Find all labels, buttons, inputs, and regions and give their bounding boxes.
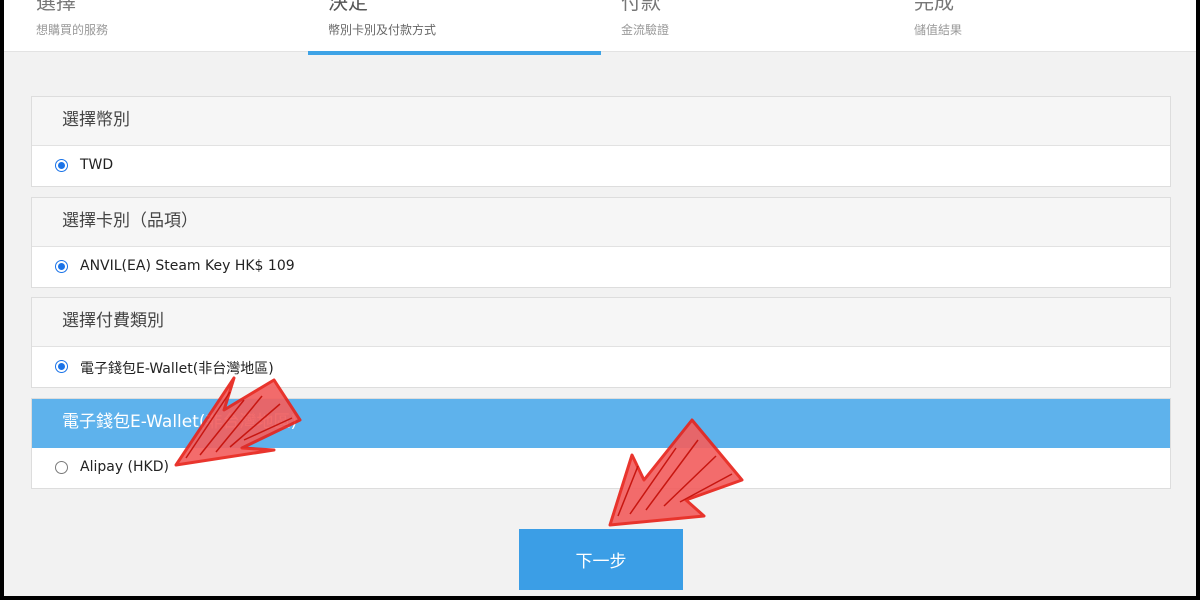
step-select: 選擇 想購買的服務	[8, 0, 301, 56]
section-heading: 選擇幣別	[32, 97, 1170, 146]
section-heading: 選擇付費類別	[32, 298, 1170, 347]
step-progress-bar: 選擇 想購買的服務 決定 幣別卡別及付款方式 付款 金流驗證 完成 儲值結果	[4, 0, 1196, 52]
step-subtitle: 幣別卡別及付款方式	[328, 23, 437, 37]
card-radio[interactable]	[55, 260, 68, 273]
alipay-label: Alipay (HKD)	[80, 459, 169, 475]
payment-type-option[interactable]: 電子錢包E-Wallet(非台灣地區)	[32, 347, 1170, 387]
step-title: 付款	[621, 0, 661, 14]
alipay-radio[interactable]	[55, 461, 68, 474]
step-subtitle: 想購買的服務	[36, 23, 109, 37]
step-subtitle: 儲值結果	[914, 23, 963, 37]
currency-radio[interactable]	[55, 159, 68, 172]
currency-option[interactable]: TWD	[32, 146, 1170, 186]
step-title: 選擇	[36, 0, 76, 14]
ewallet-section: 電子錢包E-Wallet(非台灣地區) Alipay (HKD)	[31, 398, 1171, 489]
step-subtitle: 金流驗證	[621, 23, 670, 37]
step-title: 完成	[914, 0, 954, 14]
next-step-button[interactable]: 下一步	[519, 529, 683, 590]
card-section: 選擇卡別（品項） ANVIL(EA) Steam Key HK$ 109	[31, 197, 1171, 288]
step-pay: 付款 金流驗證	[593, 0, 886, 56]
card-option[interactable]: ANVIL(EA) Steam Key HK$ 109	[32, 247, 1170, 287]
step-title: 決定	[328, 0, 368, 14]
currency-label: TWD	[80, 157, 114, 173]
card-label: ANVIL(EA) Steam Key HK$ 109	[80, 258, 295, 274]
step-complete: 完成 儲值結果	[886, 0, 1179, 56]
payment-type-label: 電子錢包E-Wallet(非台灣地區)	[80, 361, 274, 377]
step-decide: 決定 幣別卡別及付款方式	[300, 0, 593, 56]
alipay-option[interactable]: Alipay (HKD)	[32, 448, 1170, 488]
section-heading: 選擇卡別（品項）	[32, 198, 1170, 247]
currency-section: 選擇幣別 TWD	[31, 96, 1171, 187]
payment-type-section: 選擇付費類別 電子錢包E-Wallet(非台灣地區)	[31, 297, 1171, 388]
active-step-indicator	[308, 51, 601, 55]
payment-type-radio[interactable]	[55, 360, 68, 373]
section-heading: 電子錢包E-Wallet(非台灣地區)	[32, 399, 1170, 448]
page-frame: 選擇 想購買的服務 決定 幣別卡別及付款方式 付款 金流驗證 完成 儲值結果 選…	[4, 0, 1196, 596]
